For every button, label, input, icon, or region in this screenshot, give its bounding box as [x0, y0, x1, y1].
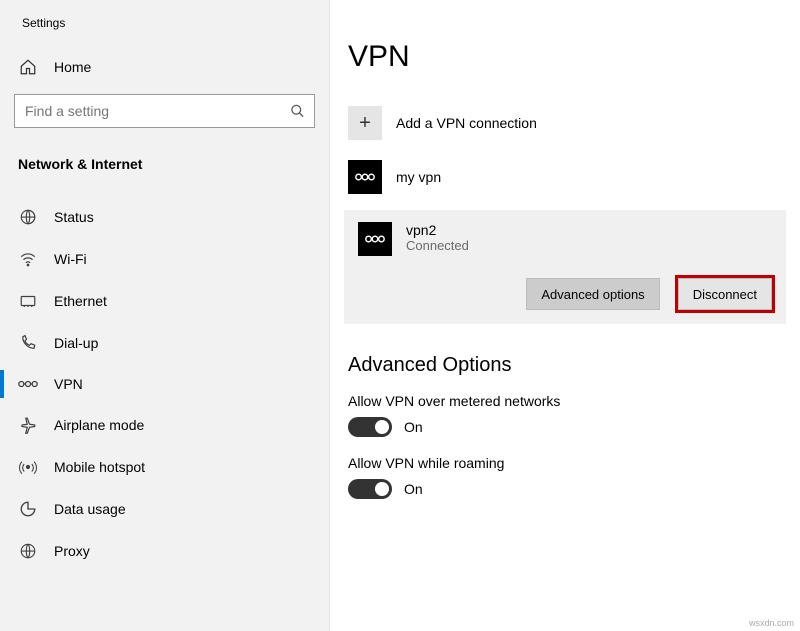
toggle-row-metered: Allow VPN over metered networks On [348, 393, 782, 437]
sidebar-item-wifi[interactable]: Wi-Fi [0, 238, 329, 280]
add-vpn-label: Add a VPN connection [396, 115, 537, 131]
sidebar-item-label: Wi-Fi [54, 251, 87, 267]
vpn-connection-name: my vpn [396, 169, 441, 185]
vpn-connection-row[interactable]: my vpn [348, 156, 782, 210]
toggle-label: Allow VPN over metered networks [348, 393, 782, 409]
toggle-roaming[interactable] [348, 479, 392, 499]
sidebar: Settings Home Network & Internet Status … [0, 0, 330, 631]
sidebar-item-label: Status [54, 209, 94, 225]
sidebar-item-label: Dial-up [54, 335, 98, 351]
sidebar-item-hotspot[interactable]: Mobile hotspot [0, 446, 329, 488]
toggle-state: On [404, 419, 423, 435]
sidebar-item-label: Ethernet [54, 293, 107, 309]
plus-icon: + [348, 106, 382, 140]
proxy-icon [18, 542, 38, 560]
sidebar-item-label: Proxy [54, 543, 90, 559]
ethernet-icon [18, 292, 38, 310]
toggle-label: Allow VPN while roaming [348, 455, 782, 471]
dialup-icon [18, 334, 38, 352]
home-label: Home [54, 59, 91, 75]
footer-credit: wsxdn.com [749, 618, 794, 628]
disconnect-button[interactable]: Disconnect [678, 278, 772, 310]
sidebar-item-label: Data usage [54, 501, 126, 517]
sidebar-item-label: Mobile hotspot [54, 459, 145, 475]
content: VPN + Add a VPN connection my vpn vpn2 C… [330, 0, 800, 631]
sidebar-item-vpn[interactable]: VPN [0, 364, 329, 404]
sidebar-item-label: VPN [54, 376, 83, 392]
sidebar-item-label: Airplane mode [54, 417, 144, 433]
toggle-row-roaming: Allow VPN while roaming On [348, 455, 782, 499]
sidebar-item-proxy[interactable]: Proxy [0, 530, 329, 572]
sidebar-item-ethernet[interactable]: Ethernet [0, 280, 329, 322]
sidebar-item-airplane[interactable]: Airplane mode [0, 404, 329, 446]
sidebar-item-dialup[interactable]: Dial-up [0, 322, 329, 364]
hotspot-icon [18, 458, 38, 476]
vpn-tile-icon [348, 160, 382, 194]
vpn-selected-panel: vpn2 Connected Advanced options Disconne… [344, 210, 786, 324]
search-icon [290, 104, 305, 119]
toggle-state: On [404, 481, 423, 497]
home-icon [18, 58, 38, 76]
vpn-connection-status: Connected [406, 238, 469, 253]
status-icon [18, 208, 38, 226]
data-usage-icon [18, 500, 38, 518]
window-title: Settings [0, 8, 329, 48]
advanced-options-button[interactable]: Advanced options [526, 278, 659, 310]
toggle-metered[interactable] [348, 417, 392, 437]
search-input[interactable] [14, 94, 315, 128]
advanced-options-title: Advanced Options [348, 354, 782, 377]
vpn-connection-name: vpn2 [406, 222, 469, 238]
page-title: VPN [348, 40, 782, 74]
vpn-tile-icon [358, 222, 392, 256]
category-label: Network & Internet [0, 146, 329, 196]
airplane-icon [18, 416, 38, 434]
add-vpn-row[interactable]: + Add a VPN connection [348, 102, 782, 156]
vpn-icon [18, 377, 38, 391]
sidebar-item-datausage[interactable]: Data usage [0, 488, 329, 530]
home-link[interactable]: Home [0, 48, 329, 86]
vpn-connection-row[interactable]: vpn2 Connected [358, 222, 772, 256]
wifi-icon [18, 250, 38, 268]
search-wrap [14, 94, 315, 128]
sidebar-item-status[interactable]: Status [0, 196, 329, 238]
